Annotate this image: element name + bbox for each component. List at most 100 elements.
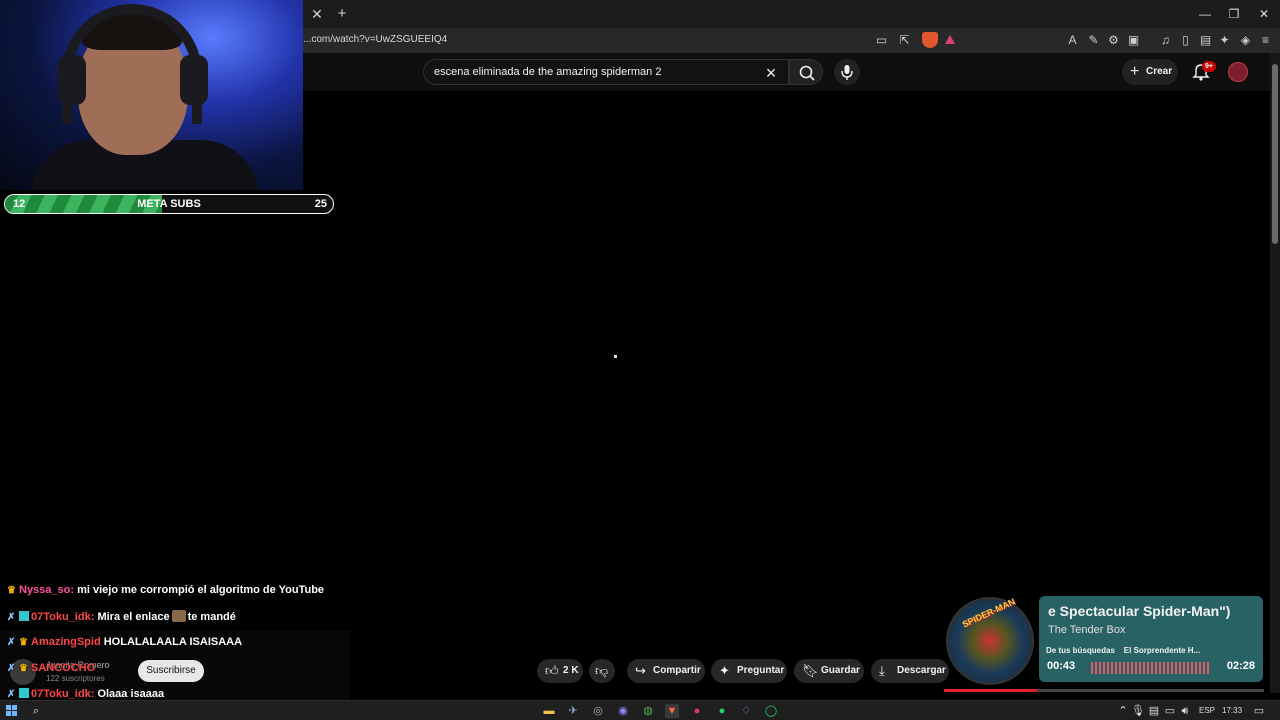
chat-message: ✗ 07Toku_idk: Mira el enlace te mandé (7, 610, 236, 623)
language-indicator[interactable]: ESP (1199, 706, 1215, 715)
like-count: 2 K (563, 665, 579, 676)
crown-icon: ♛ (19, 637, 28, 648)
chat-text: te mandé (187, 611, 236, 623)
create-button[interactable]: + Crear (1122, 59, 1178, 85)
crown-icon: ♛ (19, 663, 28, 674)
sparkle-icon: ✦ (719, 663, 730, 678)
streamer-webcam (0, 0, 303, 190)
search-query-text: escena eliminada de the amazing spiderma… (434, 66, 662, 78)
obs-icon[interactable]: ◎ (591, 704, 605, 718)
vpn-icon[interactable]: ◈ (1237, 32, 1254, 49)
search-button[interactable] (789, 59, 823, 85)
crown-icon: ♛ (7, 585, 16, 596)
subscriber-goal-bar: META SUBS 12 25 (4, 194, 334, 214)
translate-icon[interactable]: A (1064, 32, 1081, 49)
share-page-icon[interactable]: ⇱ (896, 32, 913, 49)
whatsapp-icon[interactable]: ◯ (764, 704, 778, 718)
tab-close-icon[interactable]: ✕ (308, 5, 326, 23)
new-tab-icon[interactable]: + (333, 5, 351, 23)
clock[interactable]: 17:33 (1222, 706, 1242, 715)
extensions-icon[interactable]: ⚙ (1105, 32, 1122, 49)
chevron-up-icon[interactable]: ⌃ (1116, 704, 1130, 718)
wallet-icon[interactable]: ▤ (1197, 32, 1214, 49)
clear-search-icon[interactable]: × (761, 63, 781, 83)
dislike-button[interactable]: 👎︎ (589, 659, 615, 683)
download-icon: ⤓ (879, 663, 885, 678)
bookmark-icon: 🔖︎ (802, 663, 819, 678)
media-icon[interactable]: ♫ (1157, 32, 1174, 49)
now-playing-card: e Spectacular Spider-Man") The Tender Bo… (1039, 596, 1263, 682)
waveform-icon (1091, 662, 1209, 674)
badge-icon (19, 611, 29, 621)
account-avatar[interactable] (1228, 62, 1248, 82)
screenshot-icon[interactable]: ▣ (1125, 32, 1142, 49)
sword-icon: ✗ (7, 637, 16, 648)
share-icon: ↪ (635, 663, 646, 678)
leo-ai-icon[interactable]: ✦ (1216, 32, 1233, 49)
minimize-icon[interactable]: — (1190, 4, 1220, 24)
cast-icon[interactable]: ▭ (873, 32, 890, 49)
download-button[interactable]: ⤓ Descargar (871, 659, 949, 683)
track-progress-fill (944, 689, 1037, 692)
start-icon[interactable] (6, 705, 17, 716)
menu-icon[interactable]: ≡ (1257, 32, 1274, 49)
chat-username: Nyssa_so: (19, 584, 75, 596)
notification-center-icon[interactable]: ▭ (1252, 704, 1266, 718)
search-icon (799, 65, 815, 81)
network-icon[interactable]: ▤ (1147, 704, 1161, 718)
chrome-icon[interactable]: ◍ (641, 704, 655, 718)
track-artist: The Tender Box (1048, 624, 1126, 636)
window-close-icon[interactable]: ✕ (1249, 4, 1279, 24)
voice-search-button[interactable] (834, 59, 860, 85)
chat-username: AmazingSpid (31, 636, 101, 648)
chat-message: ✗ 07Toku_idk: Olaaa isaaaa (7, 688, 164, 700)
file-explorer-icon[interactable]: ▬ (542, 704, 556, 718)
chat-username: 07Toku_idk: (31, 611, 95, 623)
subscriber-goal-current: 12 (13, 198, 26, 210)
chat-text: Olaaa isaaaa (97, 688, 165, 700)
chat-message: ♛ Nyssa_so: mi viejo me corrompió el algo… (7, 584, 324, 596)
track-source: De tus búsquedas El Sorprendente H... (1046, 646, 1201, 655)
sidebar-icon[interactable]: ▯ (1177, 32, 1194, 49)
save-label: Guardar (821, 665, 860, 676)
url-text[interactable]: ...com/watch?v=UwZSGUEEIQ4 (303, 34, 447, 45)
sword-icon: ✗ (7, 612, 16, 623)
save-button[interactable]: 🔖︎ Guardar (794, 659, 864, 683)
search-input[interactable]: escena eliminada de the amazing spiderma… (423, 59, 789, 85)
thumbs-up-icon: 👍︎ (545, 663, 559, 678)
loading-spinner-icon (614, 355, 617, 358)
brave-rewards-icon[interactable] (945, 35, 955, 44)
sword-icon: ✗ (7, 689, 16, 700)
chat-message: ✗ ♛ AmazingSpid HOLALALAALA ISAISAAA (7, 636, 242, 648)
volume-icon[interactable]: 🔊︎ (1178, 704, 1192, 718)
brave-shields-icon[interactable] (922, 32, 938, 48)
ask-button[interactable]: ✦ Preguntar (711, 659, 787, 683)
extension-pen-icon[interactable]: ✎ (1085, 32, 1102, 49)
track-elapsed: 00:43 (1047, 660, 1076, 672)
chat-username: 07Toku_idk: (31, 688, 95, 700)
subscribe-button[interactable]: Suscribirse (138, 660, 204, 682)
plus-icon: + (1130, 63, 1140, 80)
steam-icon[interactable]: ✈ (566, 704, 580, 718)
create-label: Crear (1146, 66, 1173, 77)
ask-label: Preguntar (737, 665, 785, 676)
brave-icon[interactable]: ▼ (665, 704, 679, 718)
monitor-icon[interactable]: ▭ (1163, 704, 1177, 718)
subscriber-goal-label: META SUBS (137, 198, 201, 210)
thumbs-down-icon: 👎︎ (595, 663, 609, 678)
share-button[interactable]: ↪ Compartir (627, 659, 705, 683)
microphone-icon[interactable]: 🎙︎ (1131, 704, 1145, 718)
search-icon[interactable]: ⌕ (29, 704, 43, 718)
discord-icon[interactable]: ◉ (616, 704, 630, 718)
app-icon[interactable]: ● (690, 704, 704, 718)
track-progress-bar (944, 689, 1264, 692)
scrollbar-thumb[interactable] (1272, 64, 1278, 244)
restore-icon[interactable]: ❐ (1219, 4, 1249, 24)
emote-icon (171, 610, 186, 622)
download-label: Descargar (897, 665, 946, 676)
spotify-icon[interactable]: ● (715, 704, 729, 718)
like-button[interactable]: 👍︎ 2 K (537, 659, 583, 683)
channel-subscriber-count: 122 suscriptores (46, 674, 105, 683)
track-title: e Spectacular Spider-Man") (1048, 603, 1231, 619)
app-icon[interactable]: ♢ (739, 704, 753, 718)
